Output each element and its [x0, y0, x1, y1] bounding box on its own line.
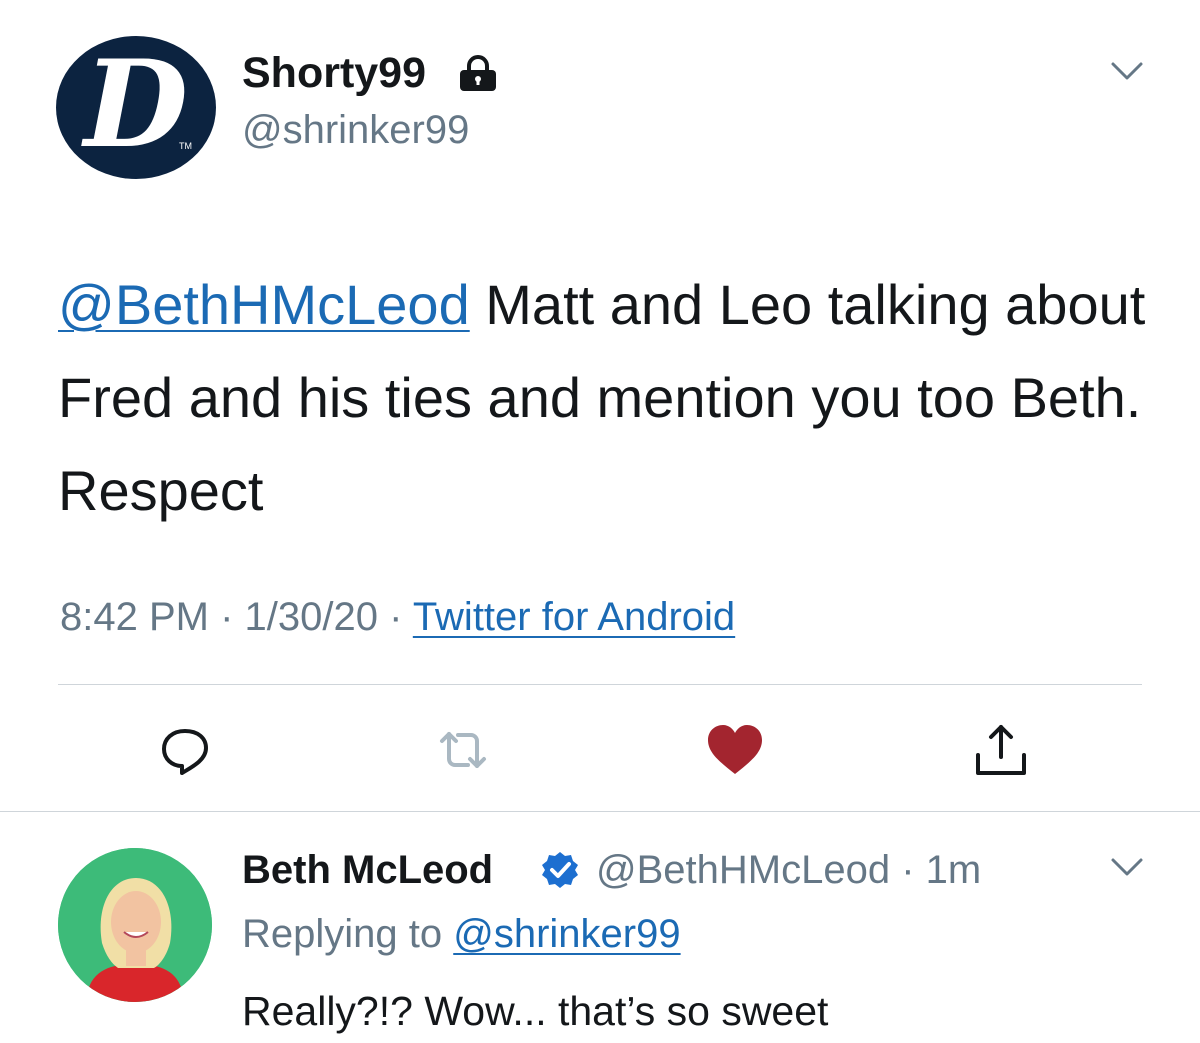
replying-to-label: Replying to	[242, 912, 454, 956]
detroit-d-logo-icon: D	[83, 36, 189, 175]
profile-photo	[58, 848, 212, 1002]
share-icon[interactable]	[966, 715, 1036, 785]
divider	[58, 684, 1142, 685]
tweet-date: 1/30/20	[244, 595, 378, 639]
reply-avatar[interactable]	[58, 848, 212, 1002]
reply-icon[interactable]	[150, 715, 220, 785]
trademark-mark: TM	[179, 141, 192, 151]
tweet-meta: 8:42 PM · 1/30/20 · Twitter for Android	[60, 590, 735, 644]
reply-handle[interactable]: @BethHMcLeod	[596, 848, 890, 892]
reply-time: 1m	[925, 848, 982, 892]
divider	[0, 811, 1200, 812]
reply-handle-time: @BethHMcLeod · 1m	[596, 845, 981, 895]
avatar[interactable]: D TM	[56, 36, 216, 179]
replying-to: Replying to @shrinker99	[242, 908, 681, 960]
reply-display-name[interactable]: Beth McLeod	[242, 845, 493, 895]
meta-separator: ·	[890, 848, 926, 892]
retweet-icon[interactable]	[428, 715, 498, 785]
tweet-time: 8:42 PM	[60, 595, 209, 639]
chevron-down-icon[interactable]	[1110, 60, 1144, 82]
mention-link[interactable]: @BethHMcLeod	[58, 273, 470, 336]
verified-icon	[542, 852, 578, 888]
lock-icon	[460, 55, 496, 91]
like-icon[interactable]	[700, 715, 770, 785]
tweet-text: @BethHMcLeod Matt and Leo talking about …	[58, 258, 1158, 537]
user-handle[interactable]: @shrinker99	[242, 106, 469, 154]
source-link[interactable]: Twitter for Android	[413, 595, 735, 639]
meta-separator: ·	[208, 595, 245, 639]
meta-separator: ·	[377, 595, 413, 639]
reply-text: Really?!? Wow... that’s so sweet	[242, 988, 829, 1034]
display-name[interactable]: Shorty99	[242, 48, 426, 98]
replying-to-link[interactable]: @shrinker99	[453, 912, 680, 956]
chevron-down-icon[interactable]	[1110, 856, 1144, 878]
